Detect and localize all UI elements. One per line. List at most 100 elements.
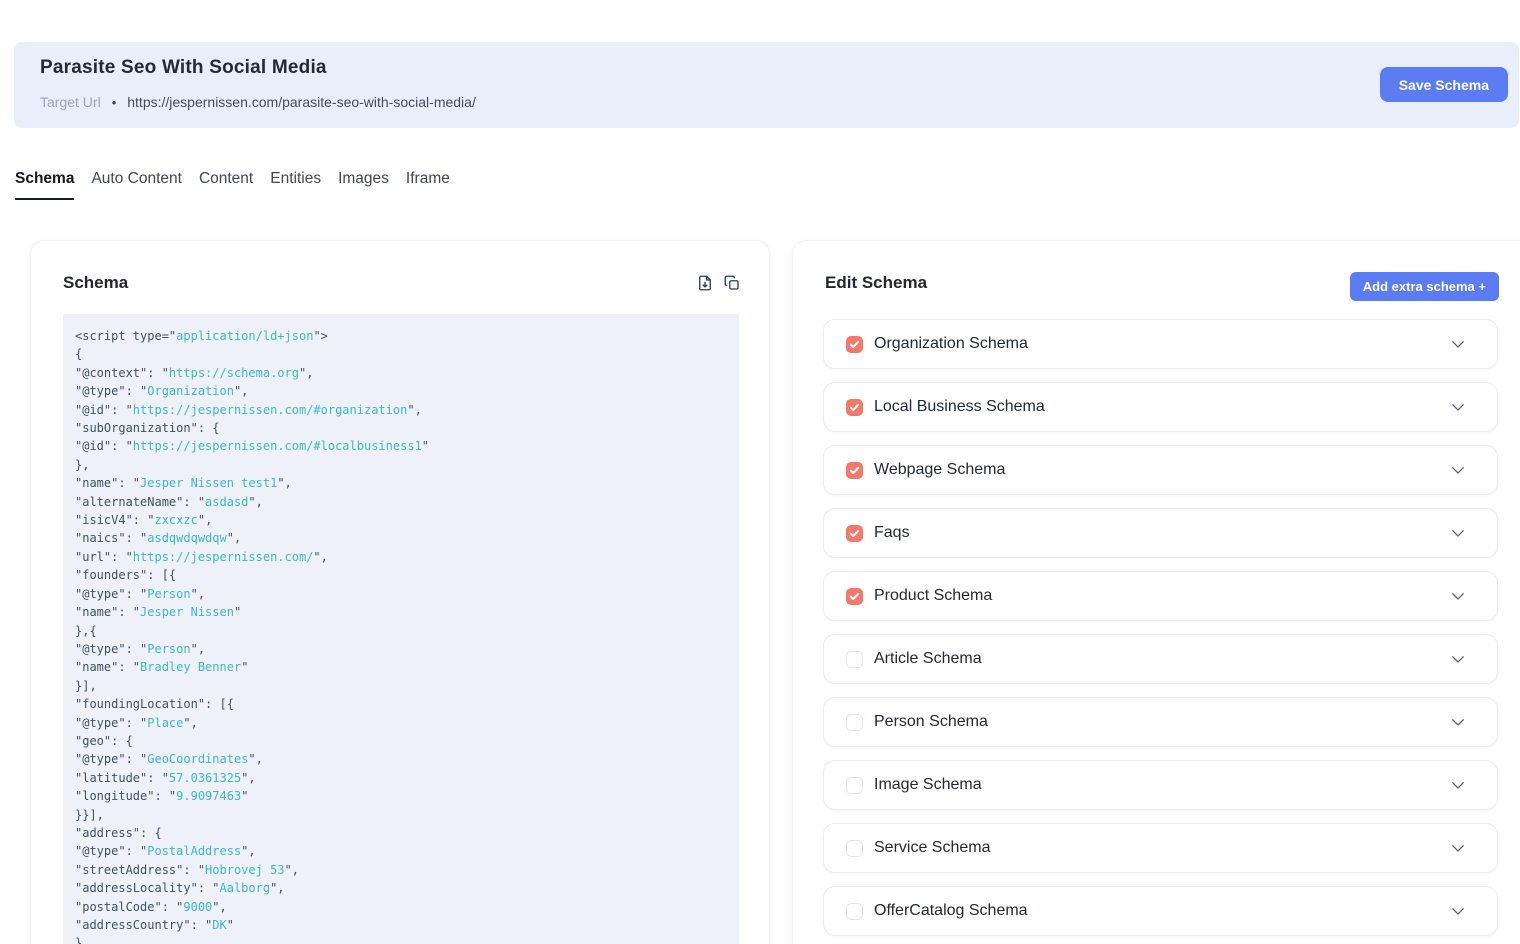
checkbox-checked[interactable] (846, 462, 863, 479)
code-line: "geo": { (75, 732, 727, 750)
code-line: "postalCode": "9000", (75, 898, 727, 916)
code-line: "@type": "Place", (75, 714, 727, 732)
tab-iframe[interactable]: Iframe (406, 170, 450, 200)
schema-item-webpage-schema[interactable]: Webpage Schema (823, 445, 1498, 495)
save-schema-button[interactable]: Save Schema (1380, 67, 1508, 102)
code-line: { (75, 345, 727, 363)
schema-item-label: Product Schema (874, 587, 992, 605)
code-line: "@type": "Organization", (75, 382, 727, 400)
checkbox-unchecked[interactable] (846, 777, 863, 794)
schema-item-service-schema[interactable]: Service Schema (823, 823, 1498, 873)
code-line: "addressCountry": "DK" (75, 916, 727, 934)
check-icon (849, 402, 860, 413)
code-line: "name": "Bradley Benner" (75, 658, 727, 676)
code-line: "@type": "PostalAddress", (75, 842, 727, 860)
chevron-down-icon[interactable] (1449, 713, 1467, 731)
checkbox-checked[interactable] (846, 588, 863, 605)
add-extra-schema-button[interactable]: Add extra schema + (1350, 272, 1499, 301)
copy-icon[interactable] (723, 274, 741, 292)
chevron-down-icon[interactable] (1449, 398, 1467, 416)
schema-item-product-schema[interactable]: Product Schema (823, 571, 1498, 621)
schema-item-label: Article Schema (874, 650, 982, 668)
schema-item-label: Faqs (874, 524, 910, 542)
code-line: "addressLocality": "Aalborg", (75, 879, 727, 897)
code-line: "@id": "https://jespernissen.com/#organi… (75, 401, 727, 419)
check-icon (849, 465, 860, 476)
schema-item-label: OfferCatalog Schema (874, 902, 1028, 920)
checkbox-unchecked[interactable] (846, 840, 863, 857)
checkbox-checked[interactable] (846, 525, 863, 542)
tab-schema[interactable]: Schema (15, 170, 74, 200)
code-line: "@id": "https://jespernissen.com/#localb… (75, 437, 727, 455)
code-line: }, (75, 456, 727, 474)
code-line: "isicV4": "zxcxzc", (75, 511, 727, 529)
code-line: "alternateName": "asdasd", (75, 493, 727, 511)
schema-item-organization-schema[interactable]: Organization Schema (823, 319, 1498, 369)
schema-item-local-business-schema[interactable]: Local Business Schema (823, 382, 1498, 432)
schema-item-label: Local Business Schema (874, 398, 1045, 416)
chevron-down-icon[interactable] (1449, 650, 1467, 668)
code-line: "subOrganization": { (75, 419, 727, 437)
chevron-down-icon[interactable] (1449, 461, 1467, 479)
page-title: Parasite Seo With Social Media (40, 57, 327, 79)
checkbox-checked[interactable] (846, 399, 863, 416)
chevron-down-icon[interactable] (1449, 902, 1467, 920)
code-line: "naics": "asdqwdqwdqw", (75, 529, 727, 547)
code-line: "latitude": "57.0361325", (75, 769, 727, 787)
checkbox-unchecked[interactable] (846, 903, 863, 920)
check-icon (849, 339, 860, 350)
checkbox-unchecked[interactable] (846, 714, 863, 731)
check-icon (849, 591, 860, 602)
tab-content[interactable]: Content (199, 170, 253, 200)
tab-bar: Schema Auto Content Content Entities Images I… (15, 170, 450, 200)
header-bar: Parasite Seo With Social Media Target Ur… (14, 42, 1519, 128)
checkbox-unchecked[interactable] (846, 651, 863, 668)
schema-panel-title: Schema (63, 273, 128, 293)
schema-item-label: Webpage Schema (874, 461, 1005, 479)
chevron-down-icon[interactable] (1449, 839, 1467, 857)
app-root: Parasite Seo With Social Media Target Ur… (0, 0, 1520, 944)
schema-item-offercatalog-schema[interactable]: OfferCatalog Schema (823, 886, 1498, 936)
target-url-row: Target Url • https://jespernissen.com/pa… (40, 94, 476, 110)
target-url: https://jespernissen.com/parasite-seo-wi… (127, 94, 476, 110)
schema-code-block: <script type="application/ld+json">{"@co… (63, 314, 739, 944)
code-line: "founders": [{ (75, 566, 727, 584)
code-line: <script type="application/ld+json"> (75, 327, 727, 345)
code-line: "@type": "Person", (75, 640, 727, 658)
code-line: "@type": "Person", (75, 585, 727, 603)
check-icon (849, 528, 860, 539)
checkbox-checked[interactable] (846, 336, 863, 353)
schema-item-label: Image Schema (874, 776, 982, 794)
edit-schema-title: Edit Schema (825, 273, 927, 293)
code-line: }], (75, 677, 727, 695)
schema-panel: Schema <script type="application/ld+json… (30, 240, 770, 944)
chevron-down-icon[interactable] (1449, 587, 1467, 605)
tab-entities[interactable]: Entities (270, 170, 321, 200)
chevron-down-icon[interactable] (1449, 335, 1467, 353)
code-line: "name": "Jesper Nissen" (75, 603, 727, 621)
chevron-down-icon[interactable] (1449, 524, 1467, 542)
schema-item-image-schema[interactable]: Image Schema (823, 760, 1498, 810)
schema-item-person-schema[interactable]: Person Schema (823, 697, 1498, 747)
schema-item-label: Organization Schema (874, 335, 1028, 353)
target-url-label: Target Url (40, 94, 101, 110)
chevron-down-icon[interactable] (1449, 776, 1467, 794)
tab-auto-content[interactable]: Auto Content (91, 170, 181, 200)
schema-item-label: Person Schema (874, 713, 988, 731)
schema-item-article-schema[interactable]: Article Schema (823, 634, 1498, 684)
bullet-separator: • (112, 95, 117, 110)
code-line: },{ (75, 622, 727, 640)
code-line: "foundingLocation": [{ (75, 695, 727, 713)
code-line: "longitude": "9.9097463" (75, 787, 727, 805)
code-line: "@context": "https://schema.org", (75, 364, 727, 382)
code-line: "name": "Jesper Nissen test1", (75, 474, 727, 492)
schema-item-faqs[interactable]: Faqs (823, 508, 1498, 558)
tab-images[interactable]: Images (338, 170, 389, 200)
download-icon[interactable] (696, 274, 714, 292)
code-line: "address": { (75, 824, 727, 842)
code-line: }}], (75, 806, 727, 824)
code-line: "streetAddress": "Hobrovej 53", (75, 861, 727, 879)
code-line: }, (75, 934, 727, 944)
schema-item-label: Service Schema (874, 839, 991, 857)
code-line: "@type": "GeoCoordinates", (75, 750, 727, 768)
